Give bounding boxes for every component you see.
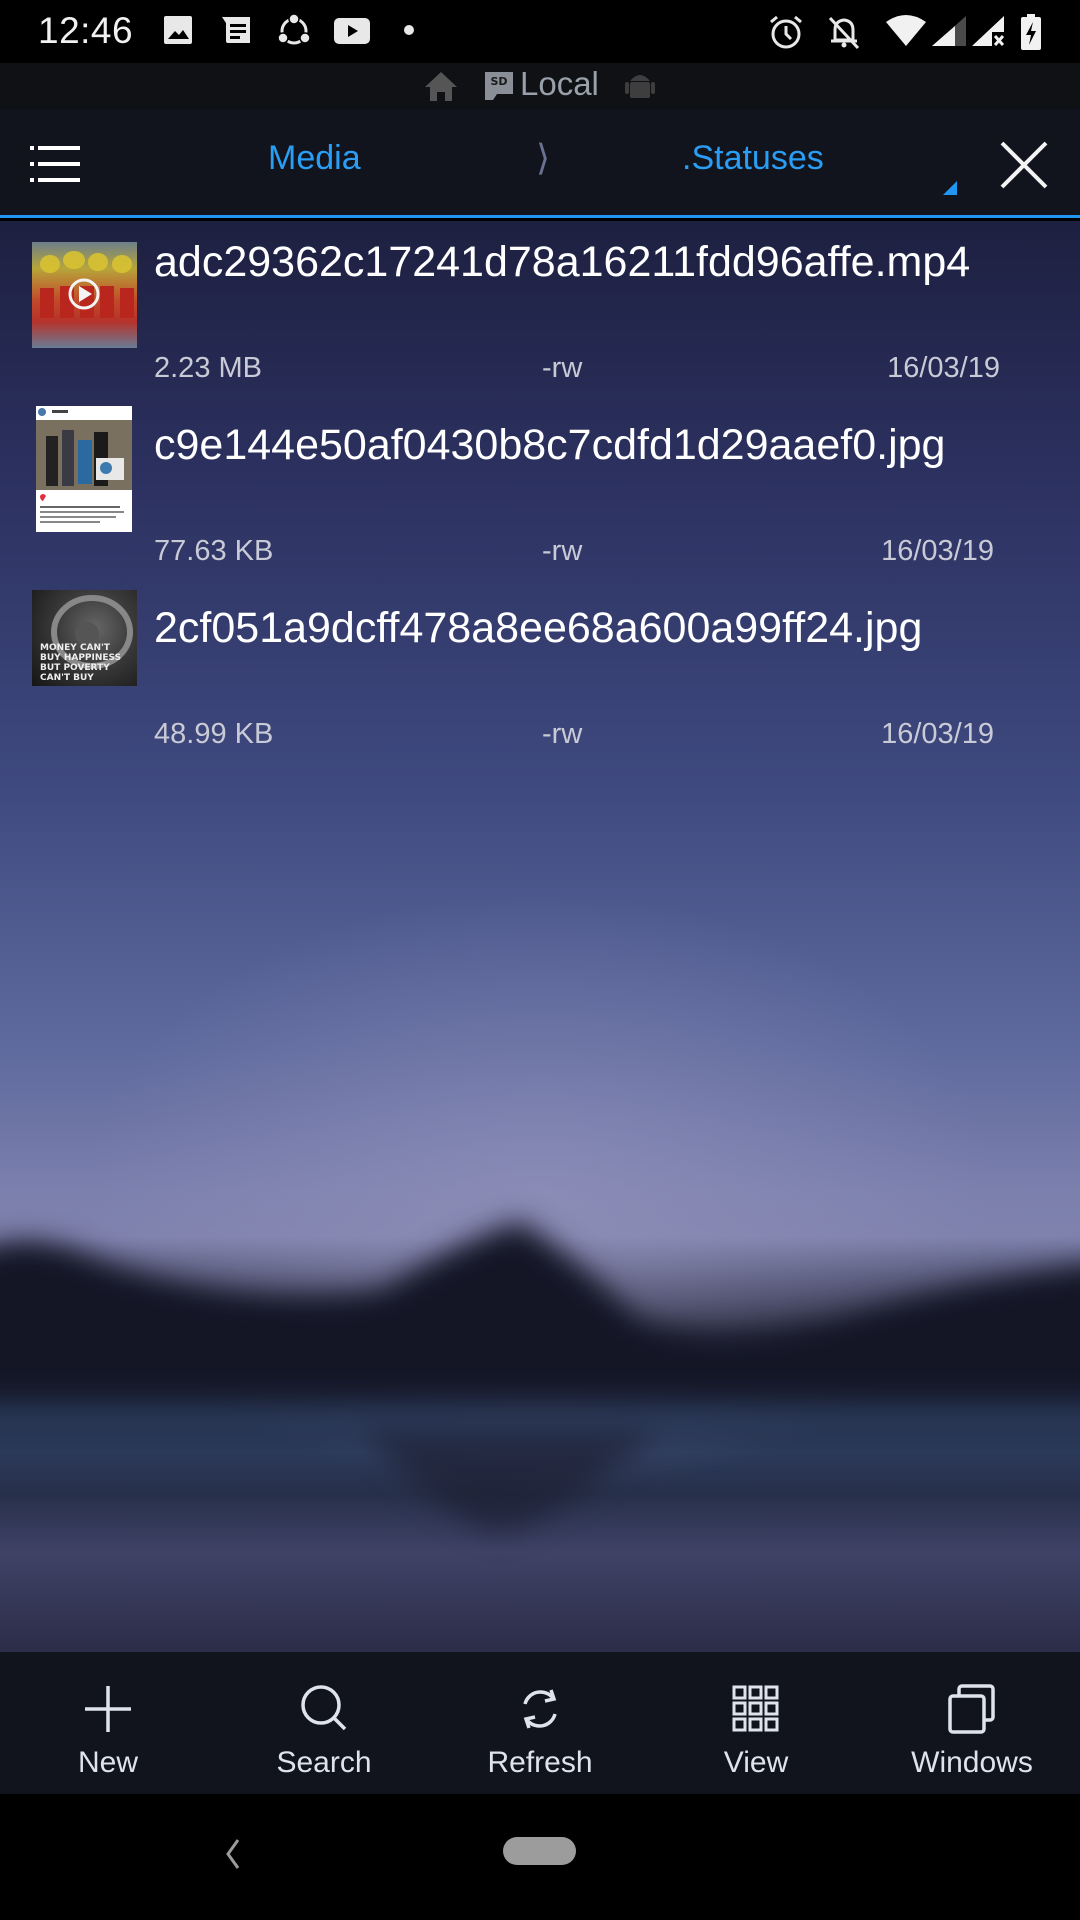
sd-card-icon[interactable]: SD: [483, 70, 515, 102]
file-item[interactable]: adc29362c17241d78a16211fdd96affe.mp4 2.2…: [0, 221, 1080, 404]
battery-charging-icon: [1021, 14, 1041, 50]
search-icon: [301, 1685, 347, 1731]
signal-no-sim-icon: [972, 16, 1005, 46]
youtube-icon: [334, 18, 370, 44]
back-icon[interactable]: [220, 1834, 244, 1874]
photo-preview: MONEY CAN'T BUY HAPPINESS BUT POVERTY CA…: [40, 595, 133, 683]
dot-icon: [404, 25, 414, 35]
file-date: 16/03/19: [881, 535, 994, 567]
refresh-icon: [523, 1689, 557, 1729]
windows-icon: [948, 1684, 995, 1734]
file-size: 2.23 MB: [154, 352, 262, 384]
grid-view-icon: [732, 1685, 779, 1732]
image-thumbnail[interactable]: MONEY CAN'T BUY HAPPINESS BUT POVERTY CA…: [32, 590, 137, 686]
svg-text:SD: SD: [490, 75, 507, 88]
file-name[interactable]: 2cf051a9dcff478a8ee68a600a99ff24.jpg: [154, 601, 1014, 656]
location-label[interactable]: Local: [520, 65, 599, 103]
alarm-icon: [770, 15, 802, 49]
svg-text:BUY HAPPINESS: BUY HAPPINESS: [40, 653, 121, 663]
messages-icon: [222, 17, 250, 43]
list-menu-icon[interactable]: [28, 137, 82, 191]
file-size: 48.99 KB: [154, 718, 274, 750]
shareit-icon: [277, 14, 311, 45]
windows-label: Windows: [911, 1746, 1033, 1779]
dropdown-indicator-icon[interactable]: [943, 181, 957, 195]
breadcrumb-media[interactable]: Media: [268, 139, 361, 178]
breadcrumb-separator: ⟩: [536, 137, 551, 178]
file-name[interactable]: adc29362c17241d78a16211fdd96affe.mp4: [154, 235, 1014, 290]
new-button[interactable]: New: [0, 1652, 216, 1794]
file-name[interactable]: c9e144e50af0430b8c7cdfd1d29aaef0.jpg: [154, 418, 1014, 473]
file-size: 77.63 KB: [154, 535, 274, 567]
file-date: 16/03/19: [887, 352, 1000, 384]
bottom-toolbar: New Search Refresh View Windows: [0, 1652, 1080, 1794]
image-thumbnail[interactable]: [36, 406, 132, 532]
svg-text:MONEY CAN'T: MONEY CAN'T: [40, 643, 111, 653]
status-time: 12:46: [38, 10, 134, 51]
play-icon: [40, 251, 134, 318]
header-bar: Media ⟩ .Statuses: [0, 109, 1080, 218]
refresh-label: Refresh: [487, 1746, 593, 1779]
svg-text:CAN'T BUY: CAN'T BUY: [40, 673, 94, 683]
status-bar: 12:46: [0, 0, 1080, 63]
android-icon[interactable]: [624, 69, 656, 101]
gallery-icon: [164, 16, 192, 44]
file-item[interactable]: MONEY CAN'T BUY HAPPINESS BUT POVERTY CA…: [0, 587, 1080, 770]
file-list-area: adc29362c17241d78a16211fdd96affe.mp4 2.2…: [0, 221, 1080, 1652]
svg-text:BUT POVERTY: BUT POVERTY: [40, 663, 110, 673]
file-permissions: -rw: [542, 535, 583, 567]
file-list: adc29362c17241d78a16211fdd96affe.mp4 2.2…: [0, 221, 1080, 770]
wifi-icon: [886, 15, 926, 46]
signal-icon: [932, 16, 966, 46]
view-button[interactable]: View: [648, 1652, 864, 1794]
video-thumbnail[interactable]: [32, 242, 137, 348]
refresh-button[interactable]: Refresh: [432, 1652, 648, 1794]
search-button[interactable]: Search: [216, 1652, 432, 1794]
new-label: New: [77, 1746, 138, 1779]
file-permissions: -rw: [542, 718, 583, 750]
windows-button[interactable]: Windows: [864, 1652, 1080, 1794]
system-nav-bar: [0, 1794, 1080, 1920]
file-item[interactable]: c9e144e50af0430b8c7cdfd1d29aaef0.jpg 77.…: [0, 404, 1080, 587]
search-label: Search: [276, 1746, 372, 1779]
photo-preview: [36, 408, 132, 523]
breadcrumb-statuses[interactable]: .Statuses: [682, 139, 824, 178]
notifications-off-icon: [828, 16, 860, 50]
file-permissions: -rw: [542, 352, 583, 384]
home-pill-icon[interactable]: [503, 1837, 576, 1865]
plus-icon: [85, 1686, 131, 1732]
home-icon[interactable]: [424, 70, 458, 102]
close-icon[interactable]: [996, 137, 1052, 193]
file-date: 16/03/19: [881, 718, 994, 750]
wallpaper-mountains: [0, 1221, 1080, 1531]
location-bar: SD Local: [0, 63, 1080, 109]
view-label: View: [723, 1746, 789, 1779]
